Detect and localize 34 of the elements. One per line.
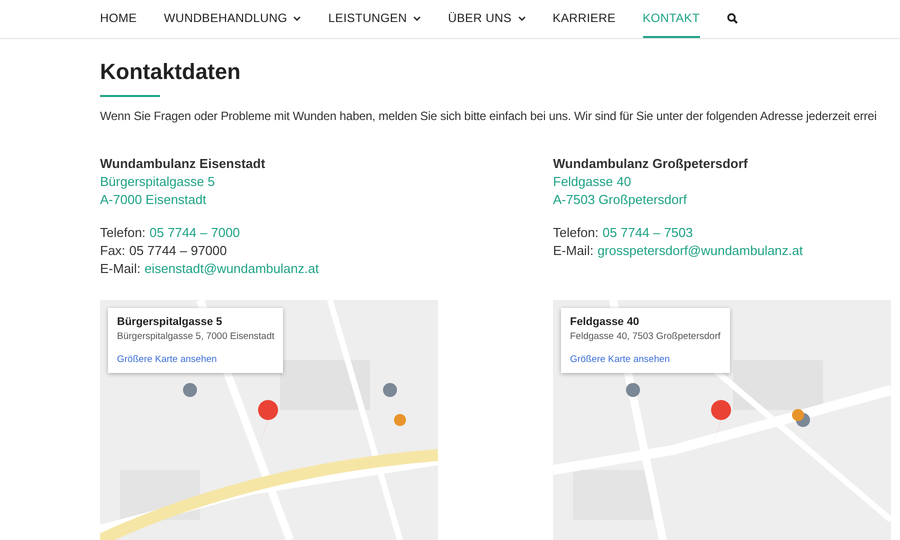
nav-link[interactable]: KARRIERE xyxy=(552,0,616,38)
contact-label: Telefon: xyxy=(553,224,599,242)
contact-link[interactable]: 05 7744 – 7503 xyxy=(602,224,693,242)
nav-link[interactable]: LEISTUNGEN xyxy=(328,0,421,38)
nav-link[interactable]: ÜBER UNS xyxy=(448,0,526,38)
page-title: Kontaktdaten xyxy=(100,59,241,85)
address-line: A-7000 Eisenstadt xyxy=(100,191,208,209)
contact-value: 05 7744 – 97000 xyxy=(129,242,227,260)
card-title: Feldgasse 40 xyxy=(570,316,640,328)
intro-text: Wenn Sie Fragen oder Probleme mit Wunden haben, melden Sie sich bitte einfach bei uns. Wir sind für Sie unter der folgenden Adresse jederzeit errei xyxy=(100,109,878,123)
chevron-down-icon xyxy=(518,16,526,20)
larger-map-link[interactable]: Größere Karte ansehen xyxy=(117,354,274,365)
contact-label: Telefon: xyxy=(100,224,146,242)
chevron-down-icon xyxy=(293,16,302,20)
larger-map-link[interactable]: Größere Karte ansehen xyxy=(570,354,721,365)
card-address: Bürgerspitalgasse 5, 7000 Eisenstadt xyxy=(117,331,274,342)
location-name: Wundambulanz Großpetersdorf xyxy=(553,155,749,173)
contact-link[interactable]: 05 7744 – 7000 xyxy=(150,224,240,242)
nav-link[interactable]: KONTAKT xyxy=(642,0,700,38)
location-name: Wundambulanz Eisenstadt xyxy=(100,155,266,173)
card-address: Feldgasse 40, 7503 Großpetersdorf xyxy=(570,331,721,342)
search-icon[interactable] xyxy=(726,12,738,24)
contact-label: E-Mail: xyxy=(100,260,140,278)
address-line: A-7503 Großpetersdorf xyxy=(553,191,688,209)
contact-label: Fax: xyxy=(100,242,126,260)
address-line: Feldgasse 40 xyxy=(553,173,632,191)
address-line: Bürgerspitalgasse 5 xyxy=(100,173,216,191)
contact-link[interactable]: grosspetersdorf@wundambulanz.at xyxy=(597,242,803,260)
nav-link[interactable]: WUNDBEHANDLUNG xyxy=(164,0,302,38)
contact-link[interactable]: eisenstadt@wundambulanz.at xyxy=(144,260,319,278)
card-title: Bürgerspitalgasse 5 xyxy=(117,316,224,328)
contact-label: E-Mail: xyxy=(553,242,594,260)
chevron-down-icon xyxy=(412,16,421,20)
nav-link[interactable]: HOME xyxy=(100,0,137,38)
